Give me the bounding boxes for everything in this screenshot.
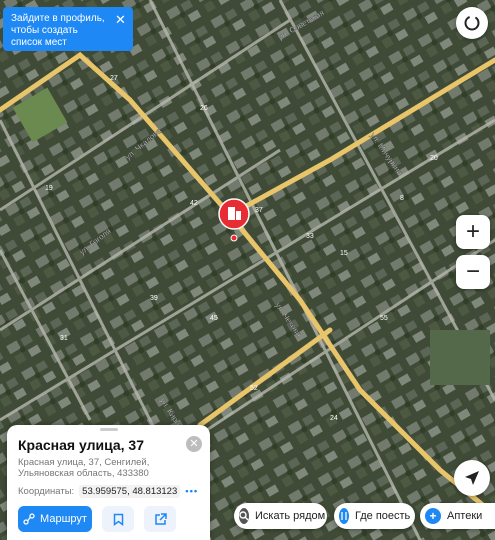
- pharmacy-cross-icon: +: [425, 508, 441, 524]
- chip-label: Искать рядом: [255, 510, 326, 522]
- chip-label: Аптеки: [447, 510, 483, 522]
- card-actions: Маршрут: [18, 506, 176, 532]
- close-icon[interactable]: ✕: [115, 13, 126, 26]
- chip-label: Где поесть: [355, 510, 411, 522]
- house-number: 15: [340, 250, 348, 257]
- place-card: Красная улица, 37 ✕ Красная улица, 37, С…: [7, 425, 210, 540]
- drag-handle[interactable]: [100, 428, 118, 431]
- house-number: 42: [190, 200, 198, 207]
- banner-text: Зайдите в профиль, чтобы создать список …: [11, 13, 105, 48]
- minus-icon: −: [465, 258, 480, 285]
- house-number: 26: [200, 105, 208, 112]
- plus-icon: +: [465, 218, 480, 245]
- bookmark-button[interactable]: [102, 506, 134, 532]
- bookmark-icon: [113, 513, 123, 526]
- house-number: 39: [150, 295, 158, 302]
- house-number: 27: [110, 75, 118, 82]
- house-number: 24: [330, 415, 338, 422]
- fork-knife-icon: [339, 508, 349, 524]
- house-number: 45: [210, 315, 218, 322]
- coords-value[interactable]: 53.959575, 48.813123: [79, 485, 181, 498]
- login-banner[interactable]: Зайдите в профиль, чтобы создать список …: [3, 7, 133, 51]
- zoom-in-button[interactable]: +: [456, 215, 490, 249]
- house-number: 33: [306, 233, 314, 240]
- share-icon: [154, 512, 167, 525]
- search-icon: [239, 508, 249, 524]
- where-to-eat-chip[interactable]: Где поесть: [334, 503, 415, 529]
- zoom-out-button[interactable]: −: [456, 255, 490, 289]
- coords-label: Координаты:: [18, 486, 75, 497]
- house-number: 20: [430, 155, 438, 162]
- house-number: 31: [60, 335, 68, 342]
- share-button[interactable]: [144, 506, 176, 532]
- route-button[interactable]: Маршрут: [18, 506, 92, 532]
- route-icon: [23, 513, 35, 525]
- coordinates-row: Координаты: 53.959575, 48.813123 •••: [18, 485, 199, 498]
- route-label: Маршрут: [40, 513, 87, 525]
- navigation-arrow-icon: [465, 471, 479, 485]
- house-number: 8: [400, 195, 404, 202]
- place-title: Красная улица, 37: [18, 437, 144, 453]
- layers-button[interactable]: [456, 7, 488, 39]
- close-card-button[interactable]: ✕: [186, 436, 202, 452]
- house-number: 55: [380, 315, 388, 322]
- pharmacies-chip[interactable]: + Аптеки: [420, 503, 495, 529]
- more-options-button[interactable]: •••: [185, 486, 198, 497]
- place-address: Красная улица, 37, Сенгилей, Ульяновская…: [18, 457, 150, 479]
- my-location-button[interactable]: [454, 460, 490, 496]
- house-number: 19: [45, 185, 53, 192]
- house-number: 52: [250, 385, 258, 392]
- layers-icon: [464, 15, 480, 31]
- search-nearby-chip[interactable]: Искать рядом: [234, 503, 327, 529]
- house-number: 37: [255, 207, 263, 214]
